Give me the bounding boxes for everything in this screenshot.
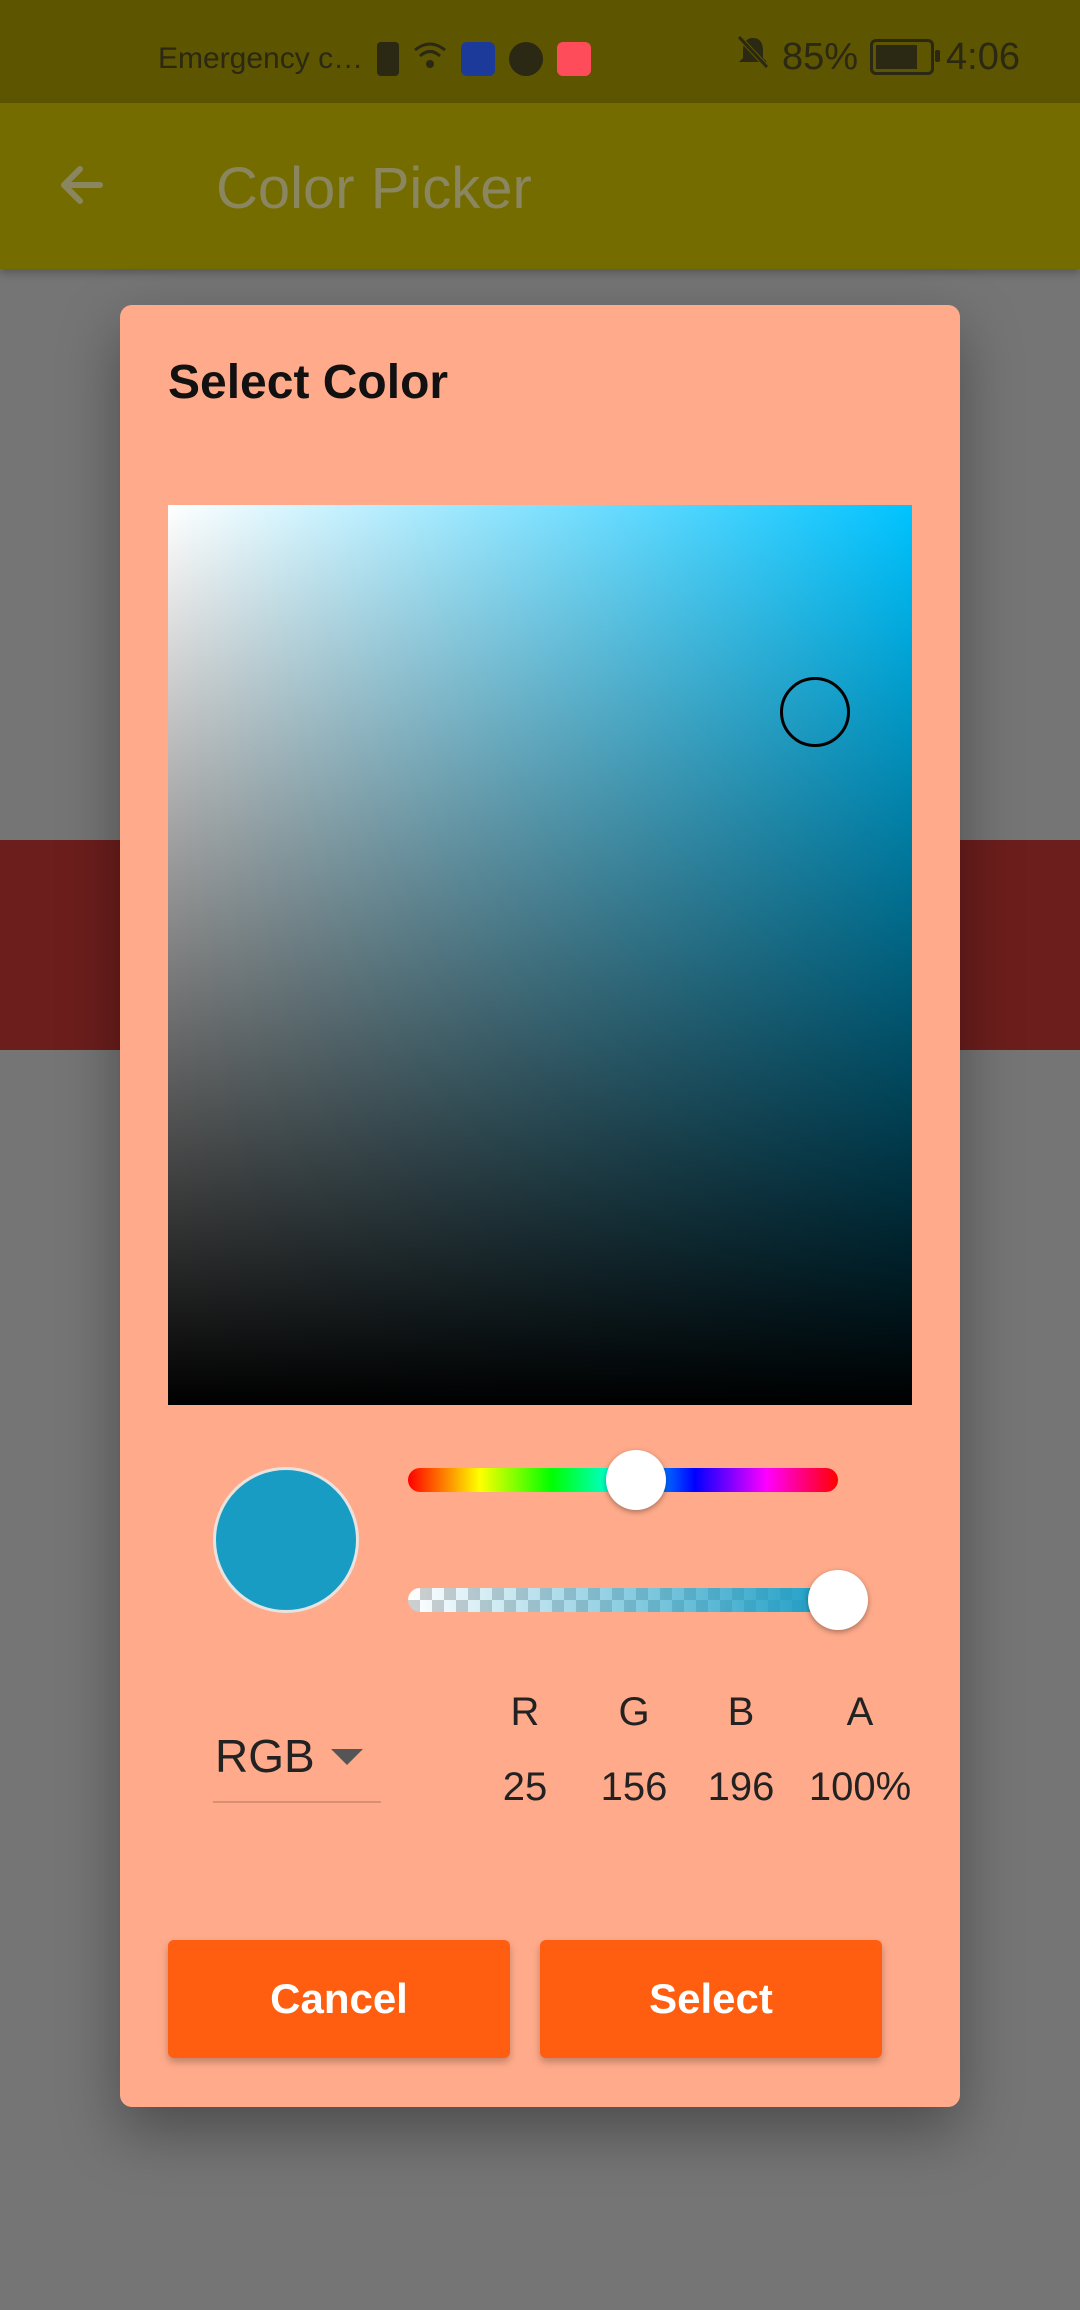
app-icon: [461, 42, 496, 76]
channel-value: 100%: [808, 1765, 912, 1809]
color-mode-dropdown[interactable]: RGB: [213, 1715, 381, 1803]
channel-value: 196: [707, 1765, 775, 1809]
channel-r: R 25: [465, 1690, 585, 1810]
cancel-button[interactable]: Cancel: [168, 1940, 510, 2058]
status-right: 85% 4:06: [736, 34, 1020, 80]
huawei-icon: [557, 42, 592, 76]
color-preview: [213, 1467, 359, 1613]
hue-slider[interactable]: [408, 1450, 838, 1510]
saturation-value-area[interactable]: [168, 505, 912, 1405]
channel-value: 156: [600, 1765, 668, 1809]
saturation-value-thumb[interactable]: [780, 677, 851, 747]
channel-b: B 196: [681, 1690, 801, 1810]
battery-percent: 85%: [781, 35, 859, 78]
page-title: Color Picker: [216, 156, 532, 221]
status-bar: Emergency c… 85% 4:06: [0, 0, 1080, 103]
vpn-icon: [509, 42, 544, 76]
status-left: Emergency c…: [158, 40, 592, 78]
clock: 4:06: [946, 35, 1020, 78]
arrow-left-icon[interactable]: [52, 155, 112, 215]
channel-label: G: [618, 1690, 650, 1734]
carrier-text: Emergency c…: [158, 42, 364, 75]
alert-icon: [377, 42, 400, 76]
battery-fill: [876, 45, 917, 69]
alpha-gradient: [408, 1588, 838, 1612]
app-bar: Color Picker: [0, 103, 1080, 269]
color-mode-label: RGB: [215, 1730, 315, 1782]
alpha-slider[interactable]: [408, 1588, 838, 1612]
wifi-icon: [413, 40, 447, 78]
battery-icon: [870, 39, 941, 75]
select-button[interactable]: Select: [540, 1940, 882, 2058]
channel-label: R: [510, 1690, 540, 1734]
channel-g: G 156: [574, 1690, 694, 1810]
dialog-title: Select Color: [168, 356, 449, 409]
caret-down-icon: [331, 1749, 363, 1765]
hue-slider-thumb[interactable]: [605, 1450, 666, 1510]
alpha-slider-thumb[interactable]: [808, 1570, 868, 1630]
color-picker-dialog: Select Color RGB R 25 G 156 B 196 A 100%…: [120, 305, 960, 2107]
channel-a: A 100%: [800, 1690, 920, 1810]
bell-off-icon: [736, 34, 770, 80]
channel-label: A: [846, 1690, 874, 1734]
channel-value: 25: [502, 1765, 548, 1809]
channel-label: B: [727, 1690, 755, 1734]
